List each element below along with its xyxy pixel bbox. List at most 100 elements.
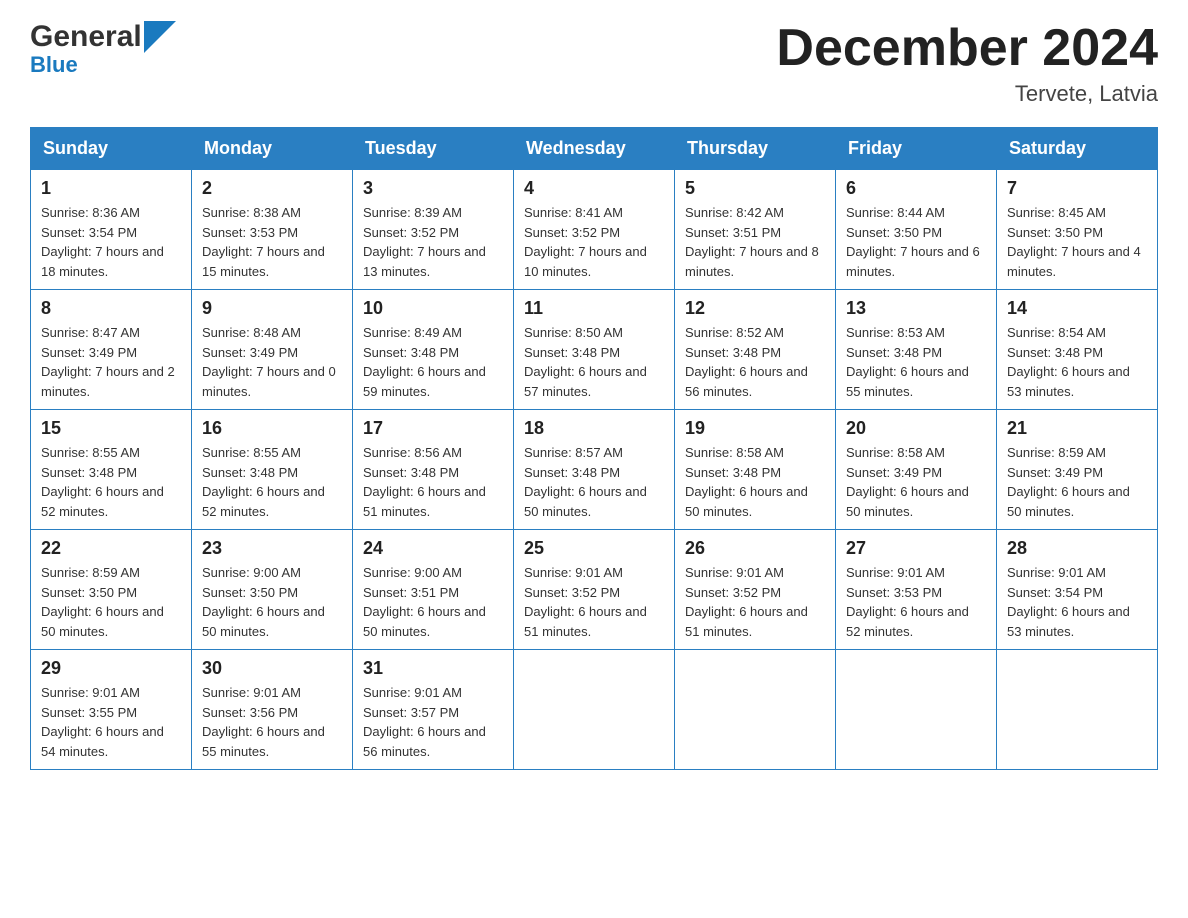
month-title: December 2024 xyxy=(776,20,1158,77)
day-number: 9 xyxy=(202,298,342,319)
day-cell xyxy=(675,650,836,770)
day-info: Sunrise: 8:54 AMSunset: 3:48 PMDaylight:… xyxy=(1007,323,1147,401)
day-info: Sunrise: 8:55 AMSunset: 3:48 PMDaylight:… xyxy=(202,443,342,521)
day-number: 31 xyxy=(363,658,503,679)
day-info: Sunrise: 9:01 AMSunset: 3:53 PMDaylight:… xyxy=(846,563,986,641)
day-cell: 23Sunrise: 9:00 AMSunset: 3:50 PMDayligh… xyxy=(192,530,353,650)
day-info: Sunrise: 8:58 AMSunset: 3:48 PMDaylight:… xyxy=(685,443,825,521)
day-number: 15 xyxy=(41,418,181,439)
header-thursday: Thursday xyxy=(675,128,836,170)
day-info: Sunrise: 8:56 AMSunset: 3:48 PMDaylight:… xyxy=(363,443,503,521)
header-tuesday: Tuesday xyxy=(353,128,514,170)
day-number: 5 xyxy=(685,178,825,199)
day-info: Sunrise: 8:36 AMSunset: 3:54 PMDaylight:… xyxy=(41,203,181,281)
day-cell: 1Sunrise: 8:36 AMSunset: 3:54 PMDaylight… xyxy=(31,170,192,290)
day-info: Sunrise: 8:42 AMSunset: 3:51 PMDaylight:… xyxy=(685,203,825,281)
day-number: 4 xyxy=(524,178,664,199)
day-number: 13 xyxy=(846,298,986,319)
day-cell: 15 Sunrise: 8:55 AMSunset: 3:48 PMDayligh… xyxy=(31,410,192,530)
day-info: Sunrise: 8:47 AMSunset: 3:49 PMDaylight:… xyxy=(41,323,181,401)
day-number: 28 xyxy=(1007,538,1147,559)
header-monday: Monday xyxy=(192,128,353,170)
day-info: Sunrise: 9:01 AMSunset: 3:54 PMDaylight:… xyxy=(1007,563,1147,641)
week-row-3: 15 Sunrise: 8:55 AMSunset: 3:48 PMDayligh… xyxy=(31,410,1158,530)
day-info: Sunrise: 8:59 AMSunset: 3:50 PMDaylight:… xyxy=(41,563,181,641)
day-cell: 4 Sunrise: 8:41 AMSunset: 3:52 PMDaylight… xyxy=(514,170,675,290)
day-cell: 19 Sunrise: 8:58 AMSunset: 3:48 PMDayligh… xyxy=(675,410,836,530)
day-cell: 24 Sunrise: 9:00 AMSunset: 3:51 PMDayligh… xyxy=(353,530,514,650)
week-row-1: 1Sunrise: 8:36 AMSunset: 3:54 PMDaylight… xyxy=(31,170,1158,290)
day-info: Sunrise: 9:00 AMSunset: 3:50 PMDaylight:… xyxy=(202,563,342,641)
day-number: 20 xyxy=(846,418,986,439)
header-wednesday: Wednesday xyxy=(514,128,675,170)
day-cell: 20Sunrise: 8:58 AMSunset: 3:49 PMDayligh… xyxy=(836,410,997,530)
day-cell: 22 Sunrise: 8:59 AMSunset: 3:50 PMDayligh… xyxy=(31,530,192,650)
day-info: Sunrise: 8:44 AMSunset: 3:50 PMDaylight:… xyxy=(846,203,986,281)
day-cell: 3 Sunrise: 8:39 AMSunset: 3:52 PMDaylight… xyxy=(353,170,514,290)
day-info: Sunrise: 8:55 AMSunset: 3:48 PMDaylight:… xyxy=(41,443,181,521)
day-cell: 30 Sunrise: 9:01 AMSunset: 3:56 PMDayligh… xyxy=(192,650,353,770)
logo-blue-text: Blue xyxy=(30,52,78,78)
day-cell: 16 Sunrise: 8:55 AMSunset: 3:48 PMDayligh… xyxy=(192,410,353,530)
day-info: Sunrise: 8:53 AMSunset: 3:48 PMDaylight:… xyxy=(846,323,986,401)
day-number: 18 xyxy=(524,418,664,439)
title-area: December 2024 Tervete, Latvia xyxy=(776,20,1158,107)
day-info: Sunrise: 9:00 AMSunset: 3:51 PMDaylight:… xyxy=(363,563,503,641)
day-cell: 21 Sunrise: 8:59 AMSunset: 3:49 PMDayligh… xyxy=(997,410,1158,530)
day-cell xyxy=(836,650,997,770)
day-number: 27 xyxy=(846,538,986,559)
day-number: 10 xyxy=(363,298,503,319)
week-row-5: 29 Sunrise: 9:01 AMSunset: 3:55 PMDayligh… xyxy=(31,650,1158,770)
logo-triangle-icon xyxy=(144,21,176,53)
day-number: 6 xyxy=(846,178,986,199)
header-sunday: Sunday xyxy=(31,128,192,170)
day-cell: 6 Sunrise: 8:44 AMSunset: 3:50 PMDaylight… xyxy=(836,170,997,290)
day-number: 3 xyxy=(363,178,503,199)
day-number: 11 xyxy=(524,298,664,319)
day-cell: 28 Sunrise: 9:01 AMSunset: 3:54 PMDayligh… xyxy=(997,530,1158,650)
day-info: Sunrise: 9:01 AMSunset: 3:56 PMDaylight:… xyxy=(202,683,342,761)
day-number: 29 xyxy=(41,658,181,679)
day-number: 19 xyxy=(685,418,825,439)
day-info: Sunrise: 8:49 AMSunset: 3:48 PMDaylight:… xyxy=(363,323,503,401)
day-cell: 8Sunrise: 8:47 AMSunset: 3:49 PMDaylight… xyxy=(31,290,192,410)
day-info: Sunrise: 9:01 AMSunset: 3:55 PMDaylight:… xyxy=(41,683,181,761)
day-number: 22 xyxy=(41,538,181,559)
day-cell: 31Sunrise: 9:01 AMSunset: 3:57 PMDayligh… xyxy=(353,650,514,770)
day-info: Sunrise: 8:52 AMSunset: 3:48 PMDaylight:… xyxy=(685,323,825,401)
day-number: 17 xyxy=(363,418,503,439)
day-info: Sunrise: 8:45 AMSunset: 3:50 PMDaylight:… xyxy=(1007,203,1147,281)
day-number: 26 xyxy=(685,538,825,559)
calendar-table: SundayMondayTuesdayWednesdayThursdayFrid… xyxy=(30,127,1158,770)
day-cell: 7Sunrise: 8:45 AMSunset: 3:50 PMDaylight… xyxy=(997,170,1158,290)
day-cell: 29 Sunrise: 9:01 AMSunset: 3:55 PMDayligh… xyxy=(31,650,192,770)
header-friday: Friday xyxy=(836,128,997,170)
day-info: Sunrise: 8:59 AMSunset: 3:49 PMDaylight:… xyxy=(1007,443,1147,521)
day-number: 21 xyxy=(1007,418,1147,439)
day-info: Sunrise: 8:41 AMSunset: 3:52 PMDaylight:… xyxy=(524,203,664,281)
day-cell xyxy=(997,650,1158,770)
day-cell: 14 Sunrise: 8:54 AMSunset: 3:48 PMDayligh… xyxy=(997,290,1158,410)
day-number: 25 xyxy=(524,538,664,559)
day-cell: 10 Sunrise: 8:49 AMSunset: 3:48 PMDayligh… xyxy=(353,290,514,410)
header-row: SundayMondayTuesdayWednesdayThursdayFrid… xyxy=(31,128,1158,170)
day-info: Sunrise: 8:39 AMSunset: 3:52 PMDaylight:… xyxy=(363,203,503,281)
day-number: 30 xyxy=(202,658,342,679)
day-info: Sunrise: 8:57 AMSunset: 3:48 PMDaylight:… xyxy=(524,443,664,521)
logo: General Blue xyxy=(30,20,176,78)
day-cell: 12 Sunrise: 8:52 AMSunset: 3:48 PMDayligh… xyxy=(675,290,836,410)
day-number: 2 xyxy=(202,178,342,199)
week-row-2: 8Sunrise: 8:47 AMSunset: 3:49 PMDaylight… xyxy=(31,290,1158,410)
day-cell: 27 Sunrise: 9:01 AMSunset: 3:53 PMDayligh… xyxy=(836,530,997,650)
day-info: Sunrise: 8:50 AMSunset: 3:48 PMDaylight:… xyxy=(524,323,664,401)
day-number: 12 xyxy=(685,298,825,319)
day-cell: 5 Sunrise: 8:42 AMSunset: 3:51 PMDaylight… xyxy=(675,170,836,290)
day-cell: 25 Sunrise: 9:01 AMSunset: 3:52 PMDayligh… xyxy=(514,530,675,650)
day-cell: 13 Sunrise: 8:53 AMSunset: 3:48 PMDayligh… xyxy=(836,290,997,410)
day-info: Sunrise: 9:01 AMSunset: 3:52 PMDaylight:… xyxy=(524,563,664,641)
day-number: 14 xyxy=(1007,298,1147,319)
week-row-4: 22 Sunrise: 8:59 AMSunset: 3:50 PMDayligh… xyxy=(31,530,1158,650)
day-number: 16 xyxy=(202,418,342,439)
day-cell: 11 Sunrise: 8:50 AMSunset: 3:48 PMDayligh… xyxy=(514,290,675,410)
day-number: 24 xyxy=(363,538,503,559)
